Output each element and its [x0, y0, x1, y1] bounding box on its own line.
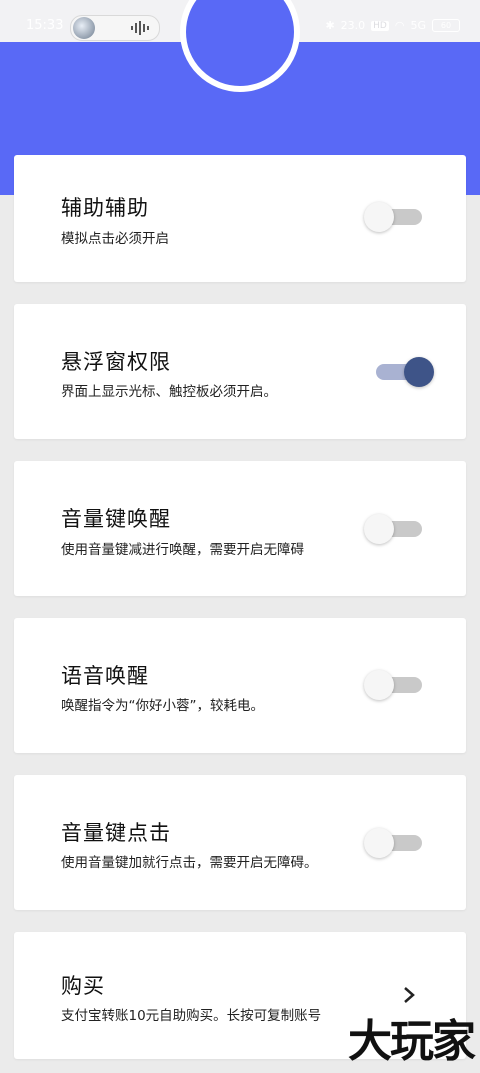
chevron-right-icon [404, 987, 415, 1003]
header-circle [180, 0, 300, 92]
overlay-toggle[interactable] [376, 355, 434, 389]
signal-icon: 5G [410, 19, 426, 32]
volume-click-toggle[interactable] [364, 826, 422, 860]
watermark-logo: 大玩家 [348, 1016, 476, 1067]
avatar [73, 17, 95, 39]
setting-title: 音量键唤醒 [61, 507, 171, 531]
setting-description: 使用音量键加就行点击，需要开启无障碍。 [61, 855, 318, 871]
voice-wake-toggle[interactable] [364, 668, 422, 702]
setting-description: 模拟点击必须开启 [61, 231, 169, 247]
toggle-thumb [364, 202, 394, 232]
toggle-thumb [404, 357, 434, 387]
voice-pill[interactable] [70, 15, 160, 41]
setting-card-voice-wake[interactable]: 语音唤醒 唤醒指令为“你好小蓉”，较耗电。 [14, 618, 466, 753]
battery-icon: 60 [432, 19, 460, 32]
audio-wave-icon [131, 21, 149, 35]
toggle-thumb [364, 828, 394, 858]
setting-description: 唤醒指令为“你好小蓉”，较耗电。 [61, 698, 264, 714]
status-time: 15:33 [26, 18, 64, 33]
setting-title: 语音唤醒 [61, 664, 149, 688]
toggle-thumb [364, 514, 394, 544]
setting-card-overlay[interactable]: 悬浮窗权限 界面上显示光标、触控板必须开启。 [14, 304, 466, 439]
toggle-thumb [364, 670, 394, 700]
purchase-description: 支付宝转账10元自助购买。长按可复制账号 [61, 1008, 322, 1024]
setting-card-volume-click[interactable]: 音量键点击 使用音量键加就行点击，需要开启无障碍。 [14, 775, 466, 910]
bluetooth-icon: ✱ [325, 19, 335, 32]
purchase-title: 购买 [61, 974, 105, 998]
wifi-icon: ◠ [394, 19, 405, 32]
status-icons: ✱ 23.0 HD ◠ 5G 60 [325, 19, 460, 32]
setting-title: 悬浮窗权限 [61, 350, 171, 374]
setting-card-accessibility[interactable]: 辅助辅助 模拟点击必须开启 [14, 155, 466, 282]
accessibility-toggle[interactable] [364, 200, 422, 234]
setting-title: 辅助辅助 [61, 196, 149, 220]
volume-wake-toggle[interactable] [364, 512, 422, 546]
setting-card-volume-wake[interactable]: 音量键唤醒 使用音量键减进行唤醒，需要开启无障碍 [14, 461, 466, 596]
hd-badge: HD [371, 20, 389, 31]
network-speed: 23.0 [340, 19, 366, 32]
setting-title: 音量键点击 [61, 821, 171, 845]
setting-description: 界面上显示光标、触控板必须开启。 [61, 384, 277, 400]
setting-description: 使用音量键减进行唤醒，需要开启无障碍 [61, 542, 304, 558]
